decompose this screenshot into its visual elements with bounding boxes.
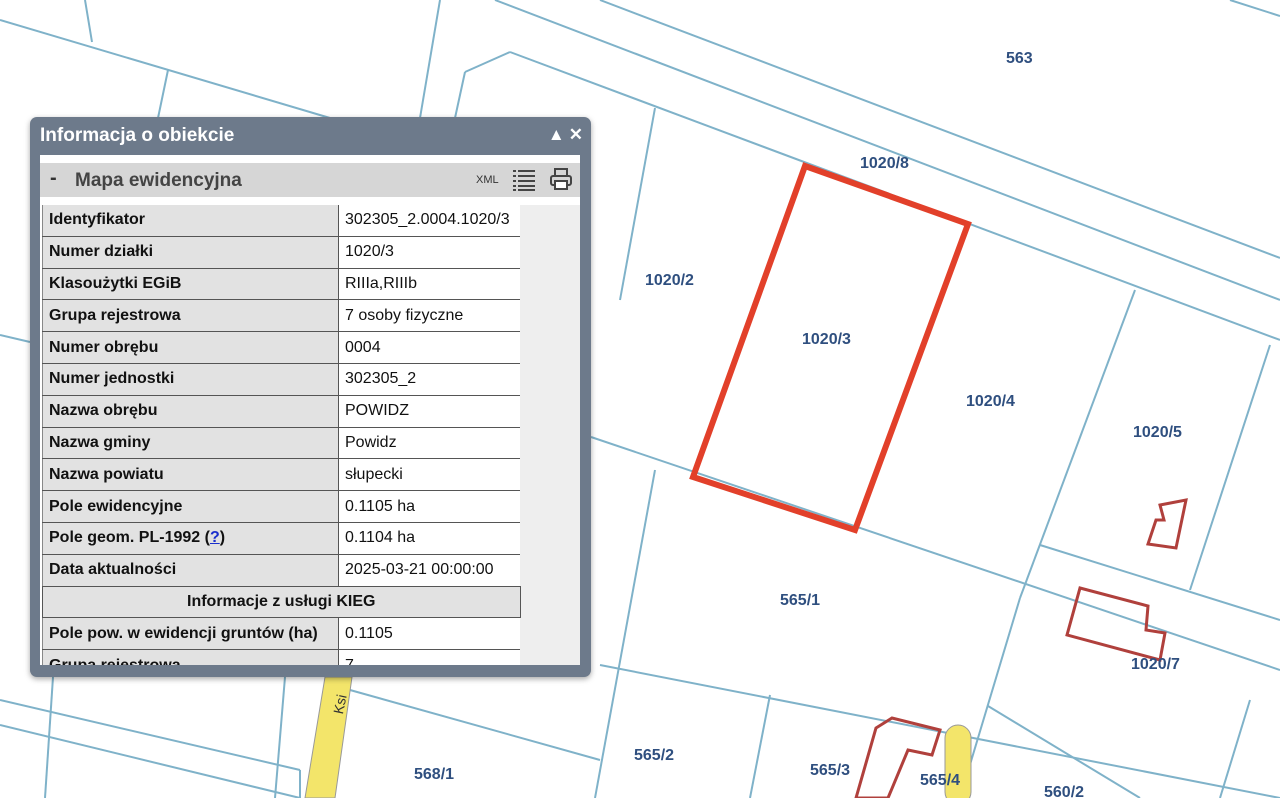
row-value: Powidz bbox=[338, 427, 520, 460]
row-value: 302305_2 bbox=[338, 363, 520, 396]
row-key: Numer obrębu bbox=[42, 331, 339, 364]
parcel-label-1020-8: 1020/8 bbox=[860, 155, 909, 172]
row-value: 7 bbox=[338, 649, 520, 665]
table-row: Pole geom. PL-1992 (?) 0.1104 ha bbox=[42, 522, 520, 555]
row-value: 1020/3 bbox=[338, 236, 520, 269]
table-row: Grupa rejestrowa7 bbox=[42, 649, 520, 665]
row-value: 0.1105 ha bbox=[338, 490, 520, 523]
window-body: - Mapa ewidencyjna XML Identyfikator 302… bbox=[40, 155, 580, 665]
table-row: Nazwa obrębu POWIDZ bbox=[42, 395, 520, 428]
row-key: Pole ewidencyjne bbox=[42, 490, 339, 523]
parcel-label-1020-7: 1020/7 bbox=[1131, 656, 1180, 673]
table-row: Grupa rejestrowa 7 osoby fizyczne bbox=[42, 299, 520, 333]
row-key: Numer jednostki bbox=[42, 363, 339, 396]
row-key: Pole pow. w ewidencji gruntów (ha) bbox=[42, 617, 339, 651]
object-info-window[interactable]: Informacja o obiekcie ▲ ✕ - Mapa ewidenc… bbox=[30, 117, 591, 677]
row-key-prefix: Pole geom. PL-1992 ( bbox=[49, 529, 210, 547]
table-row: Klasoużytki EGiB RIIIa,RIIIb bbox=[42, 268, 520, 301]
window-title: Informacja o obiekcie bbox=[40, 125, 235, 146]
list-icon[interactable] bbox=[513, 168, 535, 192]
section-collapse-toggle[interactable]: - bbox=[50, 167, 57, 190]
parcel-label-1020-2: 1020/2 bbox=[645, 272, 694, 289]
parcel-label-1020-4: 1020/4 bbox=[966, 393, 1015, 410]
table-row: Numer obrębu 0004 bbox=[42, 331, 520, 364]
triangle-up-icon[interactable]: ▲ bbox=[548, 125, 565, 145]
row-key: Grupa rejestrowa bbox=[42, 649, 339, 665]
row-key: Pole geom. PL-1992 (?) bbox=[42, 522, 339, 555]
row-value: RIIIa,RIIIb bbox=[338, 268, 520, 301]
section-title: Mapa ewidencyjna bbox=[75, 170, 242, 191]
row-value: 0.1104 ha bbox=[338, 522, 520, 555]
row-key: Nazwa obrębu bbox=[42, 395, 339, 428]
kieg-section-header: Informacje z usługi KIEG bbox=[42, 585, 521, 619]
row-key: Nazwa powiatu bbox=[42, 458, 339, 492]
row-value: słupecki bbox=[338, 458, 520, 492]
parcel-label-1020-3: 1020/3 bbox=[802, 331, 851, 348]
parcel-label-568-1: 568/1 bbox=[414, 766, 455, 783]
help-link[interactable]: ? bbox=[210, 529, 220, 546]
info-table: Identyfikator 302305_2.0004.1020/3 Numer … bbox=[42, 205, 521, 665]
window-controls: ▲ ✕ bbox=[548, 125, 583, 145]
row-value: 302305_2.0004.1020/3 bbox=[338, 205, 520, 237]
table-row: Data aktualności 2025-03-21 00:00:00 bbox=[42, 554, 520, 587]
row-value: 7 osoby fizyczne bbox=[338, 299, 520, 333]
row-key-suffix: ) bbox=[219, 529, 226, 547]
section-header: - Mapa ewidencyjna XML bbox=[40, 163, 580, 197]
row-value: 2025-03-21 00:00:00 bbox=[338, 554, 520, 587]
table-row: Identyfikator 302305_2.0004.1020/3 bbox=[42, 205, 520, 237]
table-row: Nazwa gminy Powidz bbox=[42, 427, 520, 460]
table-row: Pole ewidencyjne 0.1105 ha bbox=[42, 490, 520, 523]
close-icon[interactable]: ✕ bbox=[569, 125, 583, 145]
parcel-label-565-1: 565/1 bbox=[780, 592, 821, 609]
parcel-label-565-2: 565/2 bbox=[634, 747, 675, 764]
row-key: Nazwa gminy bbox=[42, 427, 339, 460]
row-key: Identyfikator bbox=[42, 205, 339, 237]
parcel-label-1020-5: 1020/5 bbox=[1133, 424, 1182, 441]
row-value: 0004 bbox=[338, 331, 520, 364]
table-row: Nazwa powiatu słupecki bbox=[42, 458, 520, 492]
xml-export-button[interactable]: XML bbox=[476, 174, 499, 186]
parcel-label-563: 563 bbox=[1006, 50, 1033, 67]
row-value: 0.1105 bbox=[338, 617, 520, 651]
scroll-area[interactable] bbox=[518, 205, 580, 665]
parcel-label-560-2: 560/2 bbox=[1044, 784, 1085, 801]
row-key: Klasoużytki EGiB bbox=[42, 268, 339, 301]
parcel-label-565-4: 565/4 bbox=[920, 772, 961, 789]
row-value: POWIDZ bbox=[338, 395, 520, 428]
kieg-header: Informacje z usługi KIEG bbox=[42, 585, 521, 619]
row-key: Data aktualności bbox=[42, 554, 339, 587]
row-key: Numer działki bbox=[42, 236, 339, 269]
table-row: Pole pow. w ewidencji gruntów (ha) 0.1105 bbox=[42, 617, 520, 651]
printer-icon[interactable] bbox=[549, 167, 573, 191]
table-row: Numer jednostki 302305_2 bbox=[42, 363, 520, 396]
parcel-label-565-3: 565/3 bbox=[810, 762, 851, 779]
table-row: Numer działki 1020/3 bbox=[42, 236, 520, 269]
row-key: Grupa rejestrowa bbox=[42, 299, 339, 333]
